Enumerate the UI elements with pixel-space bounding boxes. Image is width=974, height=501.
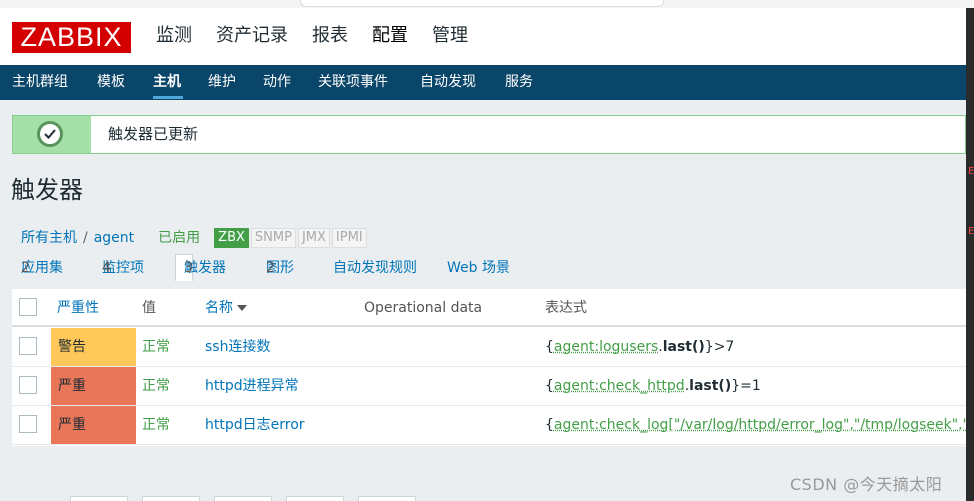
tab-web-scenarios[interactable]: Web 场景	[447, 255, 510, 281]
submenu-services[interactable]: 服务	[505, 65, 533, 100]
expr-close: }>7	[704, 339, 735, 355]
bottom-buttons-fragment	[70, 496, 470, 501]
browser-tab-fragment	[300, 0, 664, 7]
expr-open: {	[545, 378, 554, 394]
table-header-row: 严重性 值 名称 Operational data 表达式	[12, 289, 966, 327]
table-row: 警告 正常 ssh连接数 {agent:logusers.last()}>7	[12, 328, 966, 367]
right-edge-panel: E E	[966, 8, 974, 501]
submenu-host-groups[interactable]: 主机群组	[12, 65, 68, 100]
select-all-checkbox[interactable]	[19, 298, 37, 316]
value-cell: 正常	[142, 339, 170, 355]
header-name-label: 名称	[205, 300, 233, 316]
expr-function: last()	[689, 378, 732, 394]
value-cell: 正常	[142, 417, 170, 433]
sort-desc-icon	[237, 305, 247, 311]
header-severity[interactable]: 严重性	[57, 289, 99, 327]
breadcrumb-separator: /	[83, 230, 88, 246]
tab-count: 2	[21, 260, 30, 276]
host-status[interactable]: 已启用	[158, 230, 200, 246]
browser-top-strip	[0, 0, 974, 8]
submenu-templates[interactable]: 模板	[97, 65, 125, 100]
submenu-correlation[interactable]: 关联项事件	[318, 65, 388, 100]
top-header: ZABBIX 监测 资产记录 报表 配置 管理	[0, 8, 966, 65]
row-checkbox[interactable]	[19, 415, 37, 433]
active-submenu-indicator	[153, 96, 183, 99]
menu-administration[interactable]: 管理	[432, 22, 468, 50]
menu-reports[interactable]: 报表	[312, 22, 348, 50]
expression-cell: {agent:logusers.last()}>7	[545, 328, 734, 366]
submenu-discovery[interactable]: 自动发现	[420, 65, 476, 100]
menu-monitoring[interactable]: 监测	[156, 22, 192, 50]
header-operational-data: Operational data	[364, 300, 483, 316]
table-row: 严重 正常 httpd日志error {agent:check_log["/va…	[12, 406, 966, 445]
success-message: 触发器已更新	[12, 115, 966, 154]
page-title: 触发器	[11, 176, 83, 204]
breadcrumb-all-hosts[interactable]: 所有主机	[21, 230, 77, 246]
tab-count: 2	[266, 260, 275, 276]
badge-zbx: ZBX	[214, 228, 249, 248]
header-name[interactable]: 名称	[205, 289, 247, 327]
expr-open: {	[545, 417, 554, 433]
header-expression: 表达式	[545, 300, 587, 316]
expression-cell: {agent:check_httpd.last()}=1	[545, 367, 761, 405]
severity-cell: 严重	[51, 367, 136, 405]
watermark: CSDN @今天摘太阳	[790, 475, 943, 494]
breadcrumb: 所有主机 / agent 已启用 ZBX SNMP JMX IPMI	[21, 228, 367, 248]
main-menu: 监测 资产记录 报表 配置 管理	[156, 22, 492, 50]
zabbix-logo[interactable]: ZABBIX	[12, 22, 131, 53]
value-cell: 正常	[142, 378, 170, 394]
trigger-name-link[interactable]: httpd日志error	[205, 406, 305, 444]
button-fragment[interactable]	[286, 496, 344, 501]
expr-close: }=1	[731, 378, 761, 394]
expr-function: last()	[662, 339, 705, 355]
trigger-name-link[interactable]: httpd进程异常	[205, 367, 299, 405]
badge-snmp: SNMP	[250, 228, 296, 248]
button-fragment[interactable]	[214, 496, 272, 501]
check-icon	[37, 121, 63, 147]
expr-item-link[interactable]: agent:logusers	[554, 339, 658, 355]
expr-item-link[interactable]: agent:check_log["/var/log/httpd/error_lo…	[554, 417, 966, 433]
trigger-name-link[interactable]: ssh连接数	[205, 328, 270, 366]
edge-mark: E	[968, 166, 974, 177]
row-checkbox[interactable]	[19, 376, 37, 394]
tab-count: 3	[184, 260, 193, 276]
tab-triggers[interactable]: 触发器 3	[175, 254, 226, 281]
sub-menu: 主机群组 模板 主机 维护 动作 关联项事件 自动发现 服务	[0, 65, 966, 100]
message-text: 触发器已更新	[108, 125, 199, 143]
submenu-maintenance[interactable]: 维护	[208, 65, 236, 100]
badge-jmx: JMX	[297, 228, 330, 248]
submenu-hosts[interactable]: 主机	[153, 65, 181, 100]
menu-configuration[interactable]: 配置	[372, 22, 408, 50]
button-fragment[interactable]	[142, 496, 200, 501]
expr-item-link[interactable]: agent:check_httpd	[554, 378, 685, 394]
header-value: 值	[142, 300, 156, 316]
triggers-table: 严重性 值 名称 Operational data 表达式 警告 正常 ssh连…	[12, 289, 966, 446]
row-checkbox[interactable]	[19, 337, 37, 355]
badge-ipmi: IPMI	[331, 228, 367, 248]
severity-cell: 警告	[51, 328, 136, 366]
button-fragment[interactable]	[358, 496, 416, 501]
button-fragment[interactable]	[70, 496, 128, 501]
submenu-actions[interactable]: 动作	[263, 65, 291, 100]
tab-count: 4	[102, 260, 111, 276]
tab-discovery-rules[interactable]: 自动发现规则	[333, 255, 417, 281]
edge-mark: E	[968, 226, 974, 237]
message-icon-box	[13, 116, 91, 153]
menu-inventory[interactable]: 资产记录	[216, 22, 288, 50]
table-row: 严重 正常 httpd进程异常 {agent:check_httpd.last(…	[12, 367, 966, 406]
breadcrumb-host[interactable]: agent	[94, 230, 134, 246]
expression-cell: {agent:check_log["/var/log/httpd/error_l…	[545, 406, 966, 444]
expr-open: {	[545, 339, 554, 355]
severity-cell: 严重	[51, 406, 136, 444]
